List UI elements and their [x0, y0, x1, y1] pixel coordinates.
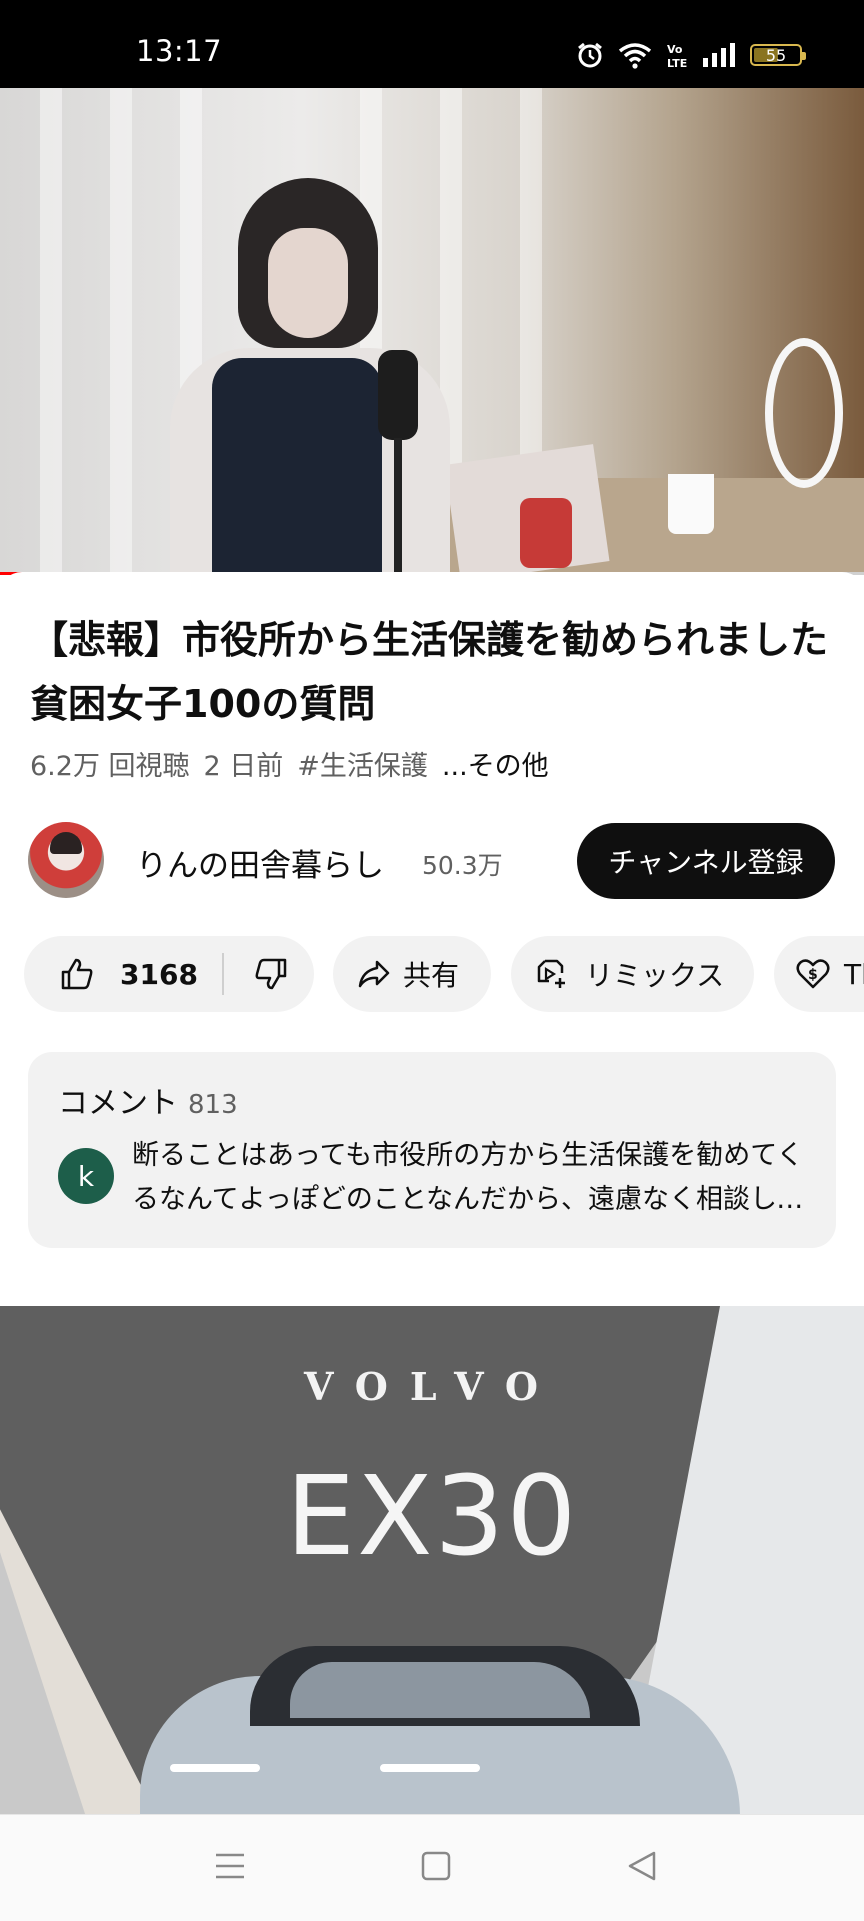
system-nav-bar	[0, 1814, 864, 1921]
video-meta[interactable]: 6.2万 回視聴 2 日前 #生活保護 ...その他	[30, 744, 549, 783]
thumbs-up-icon	[60, 957, 94, 991]
menu-icon	[213, 1851, 247, 1885]
svg-text:Vo: Vo	[667, 43, 683, 56]
view-count: 6.2万 回視聴	[30, 751, 190, 782]
channel-avatar[interactable]	[28, 822, 104, 898]
remix-button[interactable]: リミックス	[511, 936, 754, 1012]
video-player[interactable]	[0, 88, 864, 572]
like-button[interactable]: 3168	[24, 936, 198, 1012]
subscriber-count: 50.3万	[422, 851, 503, 880]
ad-brand-logo: VOLVO	[303, 1364, 561, 1409]
hashtag-link[interactable]: #生活保護	[297, 744, 428, 783]
svg-text:LTE: LTE	[667, 57, 687, 69]
battery-level: 55	[765, 45, 787, 65]
actions-row: 3168 共有 リミックス $ Thanks	[24, 936, 864, 1014]
alarm-icon	[576, 41, 604, 69]
channel-row: りんの田舎暮らし 50.3万 チャンネル登録	[28, 822, 836, 900]
top-comment-text: 断ることはあっても市役所の方から生活保護を勧めてくるなんてよっぽどのことなんだか…	[132, 1140, 804, 1215]
comments-card[interactable]: コメント 813 k 断ることはあっても市役所の方から生活保護を勧めてくるなんてよ…	[28, 1052, 836, 1248]
share-button[interactable]: 共有	[333, 936, 491, 1012]
dislike-button[interactable]	[224, 936, 288, 1012]
svg-text:$: $	[808, 967, 818, 983]
more-link[interactable]: ...その他	[442, 744, 549, 783]
status-icons: Vo LTE 55	[576, 36, 806, 74]
remix-icon	[535, 957, 569, 991]
thumbs-down-icon	[254, 957, 288, 991]
ad-model-name: EX30	[285, 1452, 579, 1580]
back-triangle-icon	[626, 1850, 658, 1886]
like-dislike-pill: 3168	[24, 936, 314, 1012]
wifi-icon	[618, 41, 652, 69]
signal-icon	[702, 42, 736, 68]
volte-icon: Vo LTE	[666, 41, 688, 69]
thanks-button[interactable]: $ Thanks	[774, 936, 864, 1012]
home-button[interactable]	[376, 1815, 496, 1921]
status-time: 13:17	[136, 34, 223, 68]
remix-label: リミックス	[585, 959, 725, 992]
thanks-label: Thanks	[844, 957, 864, 991]
share-label: 共有	[403, 959, 460, 992]
comments-count: 813	[188, 1090, 238, 1120]
battery-icon: 55	[750, 44, 806, 66]
comments-heading: コメント 813	[58, 1078, 238, 1122]
recent-apps-button[interactable]	[170, 1815, 290, 1921]
channel-name[interactable]: りんの田舎暮らし	[136, 840, 384, 885]
like-count: 3168	[120, 957, 198, 991]
commenter-avatar: k	[58, 1148, 114, 1204]
back-button[interactable]	[582, 1815, 702, 1921]
subscribe-button[interactable]: チャンネル登録	[577, 823, 835, 899]
comments-title: コメント	[58, 1086, 178, 1121]
video-title[interactable]: 【悲報】市役所から生活保護を勧められました 貧困女子100の質問	[30, 608, 830, 736]
share-arrow-icon	[357, 959, 391, 989]
heart-dollar-icon: $	[796, 958, 830, 990]
home-square-icon	[420, 1850, 452, 1886]
ad-banner[interactable]: VOLVO EX30	[0, 1306, 864, 1814]
upload-age: 2 日前	[203, 751, 284, 782]
status-bar: 13:17 Vo LTE 55	[0, 0, 864, 88]
